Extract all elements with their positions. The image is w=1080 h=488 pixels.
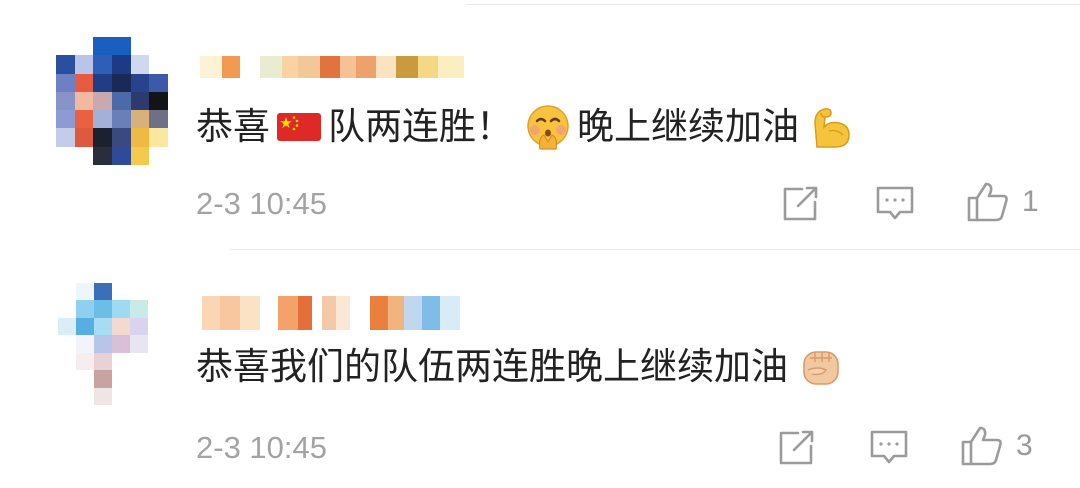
share-button[interactable] bbox=[780, 184, 820, 224]
comment-timestamp: 2-3 10:45 bbox=[196, 186, 327, 221]
comment-text-part: 恭喜我们的队伍两连胜晚上继续加油 bbox=[196, 345, 788, 388]
raised-fist-icon bbox=[798, 344, 844, 390]
flexed-biceps-icon bbox=[807, 103, 855, 151]
comment-timestamp: 2-3 10:45 bbox=[196, 430, 327, 465]
comment-text-part: 晚上继续加油 bbox=[577, 105, 799, 148]
thumbs-up-icon bbox=[961, 426, 1002, 466]
share-icon bbox=[779, 430, 814, 465]
avatar[interactable] bbox=[56, 37, 168, 165]
china-flag-icon bbox=[276, 112, 322, 142]
thumbs-up-icon bbox=[967, 182, 1008, 222]
like-count: 1 bbox=[1022, 185, 1039, 218]
pleading-face-icon bbox=[523, 102, 573, 152]
comment-divider bbox=[230, 249, 1080, 250]
comment-text-part: 队两连胜！ bbox=[328, 105, 513, 148]
comment-text: 恭喜 队两连胜！ 晚上继续加油 bbox=[196, 102, 861, 152]
username-blurred[interactable] bbox=[202, 296, 460, 330]
comment-icon bbox=[870, 430, 908, 464]
comment-text-part: 恭喜 bbox=[196, 105, 270, 148]
like-count: 3 bbox=[1016, 429, 1033, 462]
like-button[interactable]: 3 bbox=[960, 424, 1033, 468]
username-blurred[interactable] bbox=[200, 56, 464, 78]
reply-button[interactable] bbox=[874, 184, 916, 224]
comment-icon bbox=[876, 186, 914, 220]
comment-text: 恭喜我们的队伍两连胜晚上继续加油 bbox=[196, 344, 850, 390]
share-icon bbox=[783, 186, 818, 221]
avatar[interactable] bbox=[58, 283, 166, 405]
like-button[interactable]: 1 bbox=[966, 180, 1039, 224]
reply-button[interactable] bbox=[868, 428, 910, 468]
share-button[interactable] bbox=[776, 428, 816, 468]
top-divider bbox=[466, 4, 1080, 5]
